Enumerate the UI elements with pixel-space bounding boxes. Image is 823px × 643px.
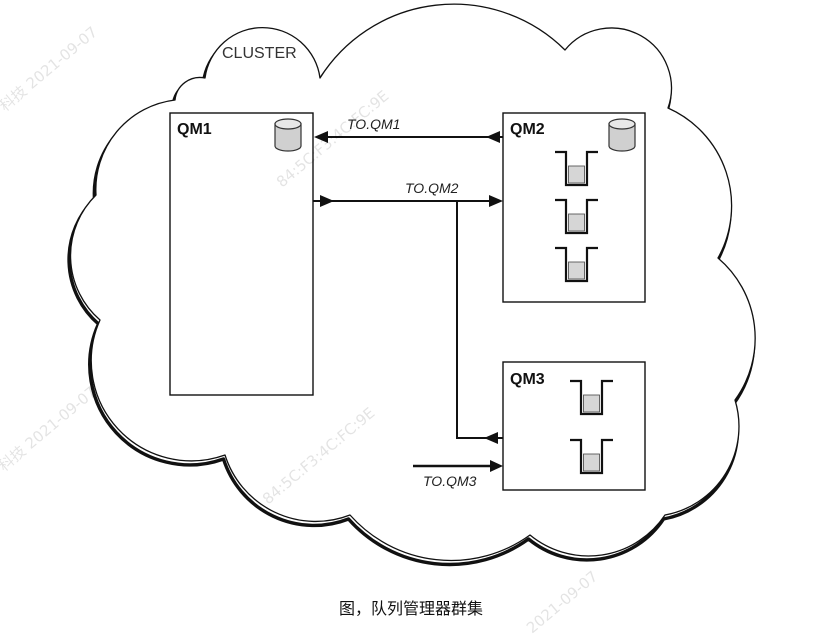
queue-fill: [568, 213, 585, 232]
qm1-label: QM1: [177, 121, 212, 138]
figure-caption: 图，队列管理器群集: [339, 599, 483, 618]
qm3-label: QM3: [510, 371, 545, 388]
qm2-label: QM2: [510, 121, 545, 138]
queue-fill: [583, 394, 600, 413]
queue-fill: [583, 453, 600, 472]
watermark-text: 2021-09-07: [523, 567, 601, 637]
channel-label: TO.QM2: [405, 180, 459, 196]
queue-fill: [568, 165, 585, 184]
watermark-text: 科技 2021-09-07: [0, 383, 100, 475]
database-icon: [608, 118, 636, 152]
queue-fill: [568, 261, 585, 280]
queue-manager-qm3: QM3: [502, 361, 646, 491]
qm1-box: [169, 112, 314, 396]
queue-manager-qm1: QM1: [169, 112, 314, 396]
channel-label: TO.QM1: [347, 116, 400, 132]
database-icon: [274, 118, 302, 152]
watermark-text: 科技 2021-09-07: [0, 23, 101, 115]
cluster-diagram: CLUSTER QM1 QM2 QM3 TO.QM1 TO.QM2 TO.QM3…: [0, 3, 756, 637]
channel-label: TO.QM3: [423, 473, 477, 489]
queue-manager-qm2: QM2: [502, 112, 646, 303]
cluster-label: CLUSTER: [222, 45, 297, 62]
